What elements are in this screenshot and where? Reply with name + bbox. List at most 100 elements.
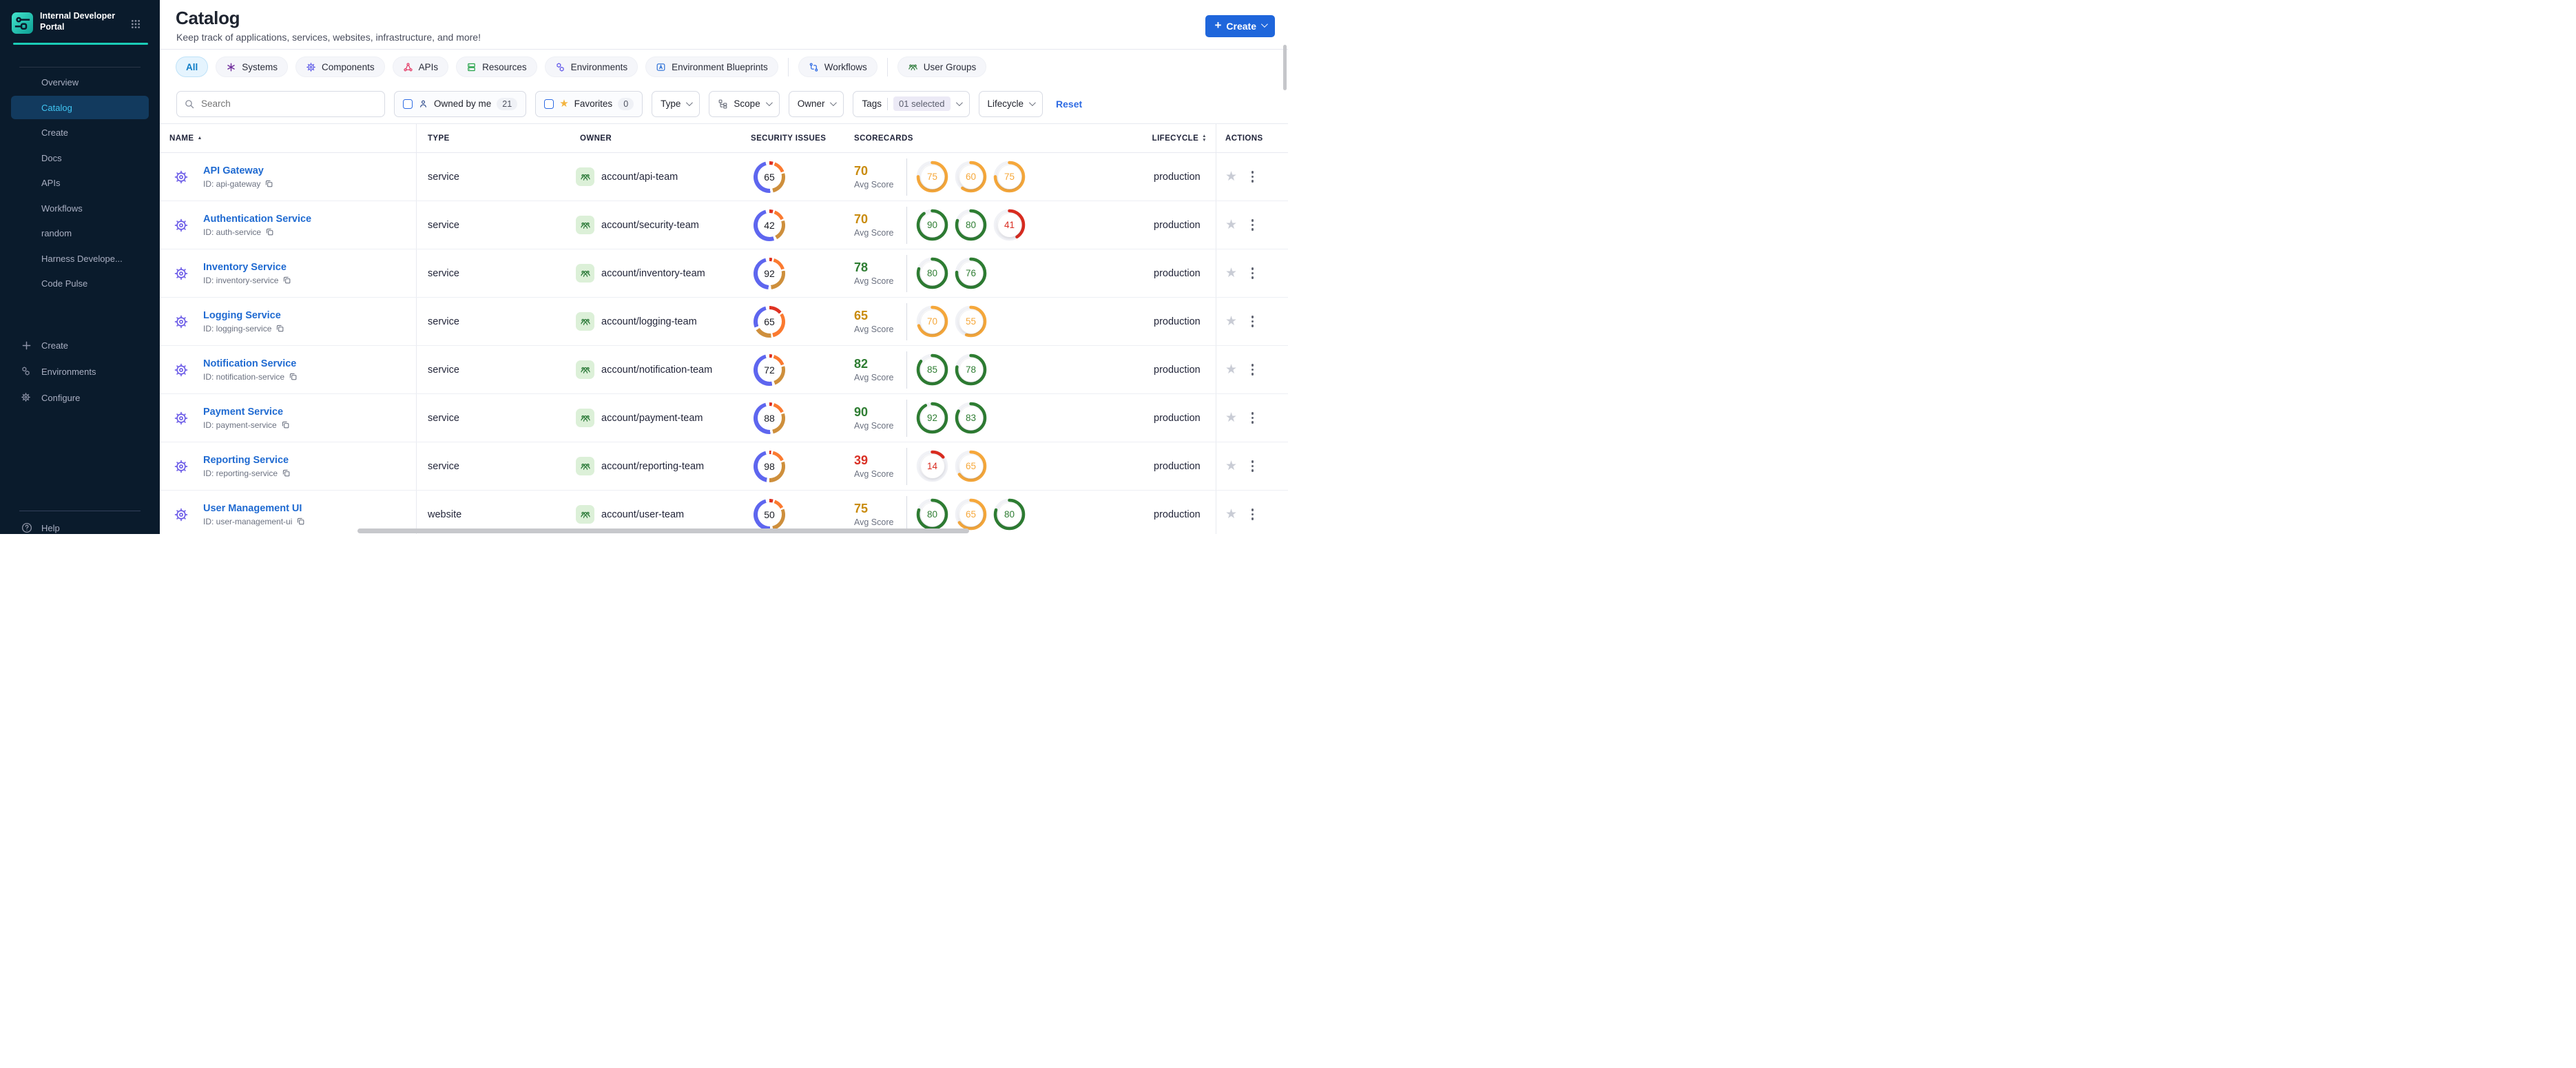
owner-name[interactable]: account/user-team [601,509,684,520]
copy-icon[interactable] [282,276,291,285]
favorite-star-icon[interactable]: ★ [1225,170,1237,183]
tab-resources[interactable]: Resources [456,57,537,77]
copy-icon[interactable] [289,372,298,381]
column-header-name[interactable]: NAME ▲ [160,124,417,152]
favorite-star-icon[interactable]: ★ [1225,460,1237,473]
favorite-star-icon[interactable]: ★ [1225,363,1237,376]
search-icon [184,99,195,110]
favorites-checkbox[interactable] [544,99,554,109]
kebab-menu-icon[interactable] [1249,216,1256,233]
scope-icon [718,99,728,109]
copy-icon[interactable] [296,517,305,526]
kebab-menu-icon[interactable] [1249,409,1256,426]
owner-name[interactable]: account/inventory-team [601,268,705,279]
entity-name-link[interactable]: API Gateway [203,165,273,176]
favorites-filter[interactable]: ★ Favorites 0 [535,90,643,117]
tags-separator [887,97,888,110]
owner-name[interactable]: account/reporting-team [601,461,704,472]
copy-icon[interactable] [281,420,290,429]
tab-components[interactable]: Components [295,57,385,77]
favorite-star-icon[interactable]: ★ [1225,411,1237,424]
owned-by-me-checkbox[interactable] [403,99,413,109]
entity-name-link[interactable]: User Management UI [203,503,305,514]
table-row: Reporting Service ID: reporting-service … [160,442,1288,491]
owner-name[interactable]: account/security-team [601,220,699,231]
kebab-menu-icon[interactable] [1249,265,1256,281]
entity-name-link[interactable]: Logging Service [203,310,284,321]
sidebar-header: Internal Developer Portal [0,0,160,45]
tab-apis[interactable]: APIs [392,57,449,77]
sidebar-item-create[interactable]: Create [11,121,149,145]
sidebar-item-workflows[interactable]: Workflows [11,196,149,220]
team-icon [576,216,594,234]
kebab-menu-icon[interactable] [1249,506,1256,522]
sidebar-item-configure[interactable]: Configure [0,384,160,411]
owner-name[interactable]: account/logging-team [601,316,697,327]
lifecycle-filter-dropdown[interactable]: Lifecycle [978,90,1043,117]
entity-name-link[interactable]: Notification Service [203,358,298,369]
chevron-down-icon [765,99,773,107]
tab-systems[interactable]: Systems [216,57,289,77]
copy-icon[interactable] [265,227,274,236]
sidebar-item-harness-develope[interactable]: Harness Develope... [11,247,149,270]
column-header-actions: ACTIONS [1216,124,1288,152]
sidebar-item-catalog[interactable]: Catalog [11,96,149,119]
sidebar-item-random[interactable]: random [11,222,149,245]
favorite-star-icon[interactable]: ★ [1225,218,1237,232]
entity-name-link[interactable]: Reporting Service [203,455,291,466]
owned-by-me-filter[interactable]: Owned by me 21 [394,90,527,117]
type-cell: service [428,316,459,327]
sidebar-accent-bar [13,43,148,45]
owner-name[interactable]: account/notification-team [601,364,712,376]
sidebar-item-code-pulse[interactable]: Code Pulse [11,272,149,296]
sidebar-item-docs[interactable]: Docs [11,146,149,170]
vertical-scrollbar[interactable] [1283,45,1287,90]
favorite-star-icon[interactable]: ★ [1225,508,1237,521]
entity-name-link[interactable]: Inventory Service [203,262,291,273]
tab-all[interactable]: All [176,57,209,77]
sidebar-item-environments[interactable]: Environments [0,358,160,384]
search-input[interactable] [176,90,385,117]
entity-name-link[interactable]: Authentication Service [203,214,311,225]
kebab-menu-icon[interactable] [1249,458,1256,474]
sidebar-item-help[interactable]: Help [21,522,60,534]
owner-name[interactable]: account/api-team [601,172,678,183]
tab-group-divider [787,57,789,76]
type-filter-dropdown[interactable]: Type [652,90,700,117]
sidebar-item-apis[interactable]: APIs [11,172,149,195]
entity-name-link[interactable]: Payment Service [203,407,290,418]
column-header-security: SECURITY ISSUES [751,134,827,143]
copy-icon[interactable] [282,469,291,477]
table-row: User Management UI ID: user-management-u… [160,491,1288,534]
kebab-menu-icon[interactable] [1249,313,1256,329]
tags-filter-dropdown[interactable]: Tags 01 selected [853,90,970,117]
sidebar-item-label: Help [41,522,60,533]
tab-environments[interactable]: Environments [544,57,638,77]
kebab-menu-icon[interactable] [1249,361,1256,378]
owner-filter-dropdown[interactable]: Owner [788,90,844,117]
sidebar-item-create[interactable]: Create [0,332,160,358]
tab-environment-blueprints[interactable]: Environment Blueprints [645,57,778,77]
create-button[interactable]: + Create [1205,15,1275,37]
scope-filter-dropdown[interactable]: Scope [709,90,780,117]
sidebar-item-overview[interactable]: Overview [11,71,149,94]
team-icon [576,264,594,283]
name-cell: Inventory Service ID: inventory-service [160,249,417,297]
tab-user-groups[interactable]: User Groups [897,57,987,77]
tab-workflows[interactable]: Workflows [798,57,877,77]
copy-icon[interactable] [264,179,273,188]
app-switcher-icon[interactable] [130,19,141,30]
favorite-star-icon[interactable]: ★ [1225,267,1237,280]
owner-cell: account/user-team [561,491,747,534]
horizontal-scrollbar[interactable] [357,528,969,533]
column-header-lifecycle[interactable]: LIFECYCLE ▲ ▼ [1145,124,1216,152]
kebab-menu-icon[interactable] [1249,168,1256,185]
copy-icon[interactable] [276,324,284,333]
favorite-star-icon[interactable]: ★ [1225,315,1237,328]
reset-filters-button[interactable]: Reset [1056,99,1082,110]
entity-id: ID: logging-service [203,324,284,333]
entity-id: ID: notification-service [203,372,298,382]
security-issues-donut: 50 [754,498,785,531]
owner-name[interactable]: account/payment-team [601,413,703,424]
scorecards-divider [906,206,907,244]
